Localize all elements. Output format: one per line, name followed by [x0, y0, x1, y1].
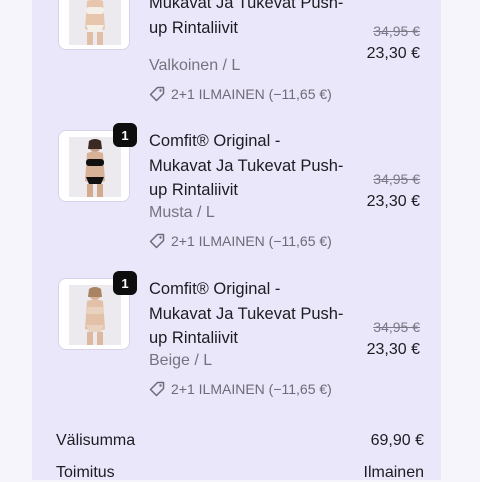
quantity-badge: 1 [113, 123, 137, 147]
product-image [58, 0, 130, 50]
variant-label: Valkoinen / L [149, 57, 241, 74]
discount-line: 2+1 ILMAINEN (−11,65 €) [149, 381, 332, 397]
model-figure-image [69, 285, 121, 345]
model-figure-image [69, 137, 121, 197]
sale-price: 23,30 € [366, 193, 420, 210]
original-price: 34,95 € [373, 171, 420, 187]
product-title: Comfit® Original - Mukavat Ja Tukevat Pu… [149, 132, 344, 199]
sale-price: 23,30 € [366, 341, 420, 358]
discount-line: 2+1 ILMAINEN (−11,65 €) [149, 86, 332, 102]
variant-label: Beige / L [149, 352, 213, 369]
shipping-value: Ilmainen [363, 464, 424, 481]
tag-icon [149, 86, 165, 102]
subtotal-value: 69,90 € [370, 432, 424, 449]
variant-label: Musta / L [149, 204, 215, 221]
shipping-row: Toimitus Ilmainen [56, 464, 424, 482]
original-price: 34,95 € [373, 319, 420, 335]
original-price: 34,95 € [373, 23, 420, 39]
tag-icon [149, 233, 165, 249]
product-title: Comfit® Original - Mukavat Ja Tukevat Pu… [149, 280, 344, 347]
subtotal-label: Välisumma [56, 432, 136, 449]
line-item: 1 Comfit® Original - Mukavat Ja Tukevat … [58, 123, 438, 270]
subtotal-row: Välisumma 69,90 € [56, 432, 424, 450]
line-item: Mukavat Ja Tukevat Push- up Rintaliivit … [58, 0, 438, 118]
product-title: Mukavat Ja Tukevat Push- up Rintaliivit [149, 0, 344, 37]
line-item: 1 Comfit® Original - Mukavat Ja Tukevat … [58, 271, 438, 418]
shipping-label: Toimitus [56, 464, 115, 481]
sale-price: 23,30 € [366, 45, 420, 62]
tag-icon [149, 381, 165, 397]
discount-line: 2+1 ILMAINEN (−11,65 €) [149, 233, 332, 249]
model-figure-image [69, 0, 121, 45]
quantity-badge: 1 [113, 271, 137, 295]
